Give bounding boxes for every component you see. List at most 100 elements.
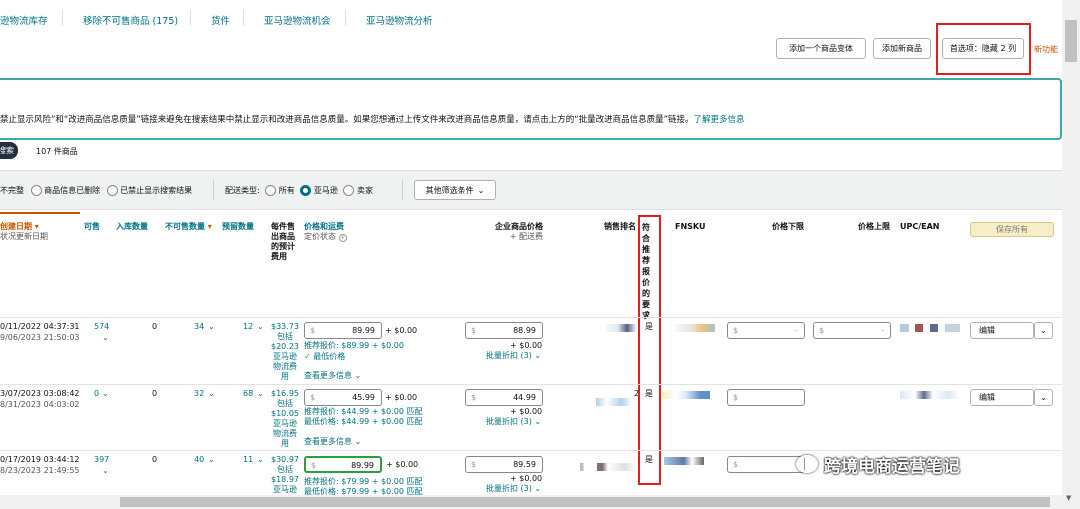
filter-search-suppressed-radio[interactable] [106, 185, 118, 196]
lowest-price-label[interactable]: 最低价格 [313, 352, 345, 361]
more-filters-button[interactable]: 其他筛选条件 ⌄ [414, 180, 496, 200]
chevron-down-icon[interactable]: ⌄ [102, 333, 109, 343]
col-reserved[interactable]: 预留数量 [222, 222, 254, 232]
fulfillment-amazon-label: 亚马逊 [313, 186, 338, 195]
add-variation-button[interactable]: 添加一个商品变体 [776, 38, 866, 59]
col-fnsku: FNSKU [675, 222, 706, 231]
col-fee: 每件售出商品的预计费用 [271, 222, 295, 261]
unfulfillable-qty[interactable]: 40 [194, 455, 204, 465]
save-all-button[interactable]: 保存所有 [970, 222, 1054, 237]
col-status-updated: 状况更新日期 [0, 232, 48, 241]
edit-button[interactable]: 编辑 [970, 389, 1034, 406]
recommended-label[interactable]: 推荐报价: [304, 407, 339, 416]
horizontal-scroll-thumb[interactable] [120, 497, 1050, 507]
chevron-down-icon[interactable]: ⌄ [208, 322, 215, 332]
fee-amount[interactable]: $16.95 包括 $10.05 亚马逊物流费用 [271, 389, 299, 449]
available-qty[interactable]: 574 [94, 322, 109, 332]
tab-fba-opportunities[interactable]: 亚马逊物流机会 [264, 13, 331, 27]
currency-symbol: $ [310, 393, 316, 402]
match-link[interactable]: 匹配 [406, 477, 422, 486]
min-price-input[interactable]: $ [727, 456, 805, 473]
tab-remove-unfulfillable[interactable]: 移除不可售商品 (175) [83, 13, 178, 27]
reserved-qty[interactable]: 11 [243, 455, 253, 465]
edit-dropdown-button[interactable]: ⌄ [1034, 322, 1053, 339]
learn-more-link[interactable]: 了解更多信息 [694, 115, 745, 125]
col-price[interactable]: 价格和运费 定价状态 i [304, 222, 347, 242]
edit-button[interactable]: 编辑 [970, 322, 1034, 339]
recommended-price[interactable]: 推荐报价: $89.99 + $0.00 [304, 341, 404, 351]
vertical-scrollbar[interactable] [1062, 0, 1080, 509]
quantity-discount-link[interactable]: 批量折扣 (3) ⌄ [486, 417, 541, 427]
chevron-down-icon[interactable]: ⌄ [257, 455, 264, 465]
fulfillment-all-radio[interactable] [265, 185, 277, 196]
quantity-discount-label: 批量折扣 (3) [486, 351, 532, 360]
fee-includes: 包括 [277, 399, 293, 408]
unfulfillable-qty[interactable]: 32 [194, 389, 204, 399]
col-unfulfillable[interactable]: 不可售数量 ▾ [165, 222, 212, 232]
available-qty[interactable]: 0 [94, 389, 99, 399]
fulfillment-all-label: 所有 [278, 186, 295, 195]
fee-amount[interactable]: $33.73 包括 $20.23 亚马逊物流费用 [271, 322, 299, 382]
min-price-input[interactable]: $ - [727, 322, 805, 339]
business-price-input[interactable]: $88.99 [465, 322, 543, 339]
business-price-input[interactable]: $89.59 [465, 456, 543, 473]
col-created[interactable]: 创建日期 ▾ 状况更新日期 [0, 222, 48, 242]
reserved-qty[interactable]: 68 [243, 389, 253, 399]
chevron-down-icon[interactable]: ⌄ [208, 389, 215, 399]
stepper-icon: - [795, 326, 798, 335]
quantity-discount-link[interactable]: 批量折扣 (3) ⌄ [486, 351, 541, 361]
available-qty[interactable]: 397 [94, 455, 109, 465]
col-min-price: 价格下限 [772, 222, 804, 231]
search-button[interactable]: 搜索 [0, 142, 18, 159]
price-input[interactable]: $89.99 [304, 322, 382, 339]
fulfillment-merchant-radio[interactable] [343, 185, 355, 196]
see-more-info-link[interactable]: 查看更多信息 ⌄ [304, 371, 361, 381]
col-available[interactable]: 可售 [84, 222, 100, 232]
tab-fba-inventory[interactable]: 逊物流库存 [0, 13, 48, 27]
tab-shipments[interactable]: 货件 [211, 13, 230, 27]
quantity-discount-link[interactable]: 批量折扣 (3) ⌄ [486, 484, 541, 494]
filter-listing-removed-radio[interactable] [30, 185, 42, 196]
match-link[interactable]: 匹配 [406, 407, 422, 416]
scroll-down-icon[interactable]: ▼ [1066, 494, 1071, 502]
active-sort-underline [0, 212, 80, 214]
chevron-down-icon[interactable]: ⌄ [102, 389, 109, 399]
see-more-info-link[interactable]: 查看更多信息 ⌄ [304, 437, 361, 447]
shipping-fee: + $0.00 [386, 460, 419, 469]
min-price-input[interactable]: $ [727, 389, 805, 406]
unfulfillable-qty[interactable]: 34 [194, 322, 204, 332]
col-inbound[interactable]: 入库数量 [116, 222, 148, 232]
chevron-down-icon[interactable]: ⌄ [257, 389, 264, 399]
tab-fba-analytics[interactable]: 亚马逊物流分析 [366, 13, 433, 27]
add-product-button[interactable]: 添加新商品 [873, 38, 931, 59]
upc-redacted [900, 391, 960, 399]
reserved-qty[interactable]: 12 [243, 322, 253, 332]
chevron-down-icon[interactable]: ⌄ [102, 466, 109, 476]
fee-amount[interactable]: $30.97 包括 $18.97 亚马逊 [271, 455, 299, 495]
new-feature-link[interactable]: 新功能 [1034, 44, 1058, 55]
chevron-down-icon[interactable]: ⌄ [208, 455, 215, 465]
price-input[interactable]: $45.99 [304, 389, 382, 406]
info-icon[interactable]: i [338, 234, 347, 242]
edit-dropdown-button[interactable]: ⌄ [1034, 389, 1053, 406]
recommended-value: $79.99 + $0.00 [341, 477, 404, 486]
chevron-down-icon[interactable]: ⌄ [257, 322, 264, 332]
col-price-status: 定价状态 [304, 232, 336, 241]
fee-fba-note: 亚马逊物流费用 [273, 419, 297, 448]
price-value: 89.99 [351, 461, 374, 470]
vertical-scroll-thumb[interactable] [1065, 20, 1077, 62]
featured-offer-highlight [638, 215, 661, 485]
fulfillment-filters: 配送类型: 所有 亚马逊 卖家 [225, 185, 373, 196]
fee-fba-note: 亚马逊 [273, 485, 297, 494]
match-link[interactable]: 匹配 [406, 417, 422, 426]
recommended-label[interactable]: 推荐报价: [304, 477, 339, 486]
lowest-price-label[interactable]: 最低价格: [304, 417, 339, 426]
recommended-label: 推荐报价: [304, 341, 339, 350]
fulfillment-amazon-radio[interactable] [300, 185, 312, 196]
status-updated-date: 9/06/2023 21:50:03 [0, 333, 80, 342]
max-price-input[interactable]: $ - [813, 322, 891, 339]
currency-symbol: $ [471, 326, 477, 335]
price-input[interactable]: $89.99 [304, 456, 382, 473]
fee-fba: $20.23 [271, 342, 299, 351]
business-price-input[interactable]: $44.99 [465, 389, 543, 406]
